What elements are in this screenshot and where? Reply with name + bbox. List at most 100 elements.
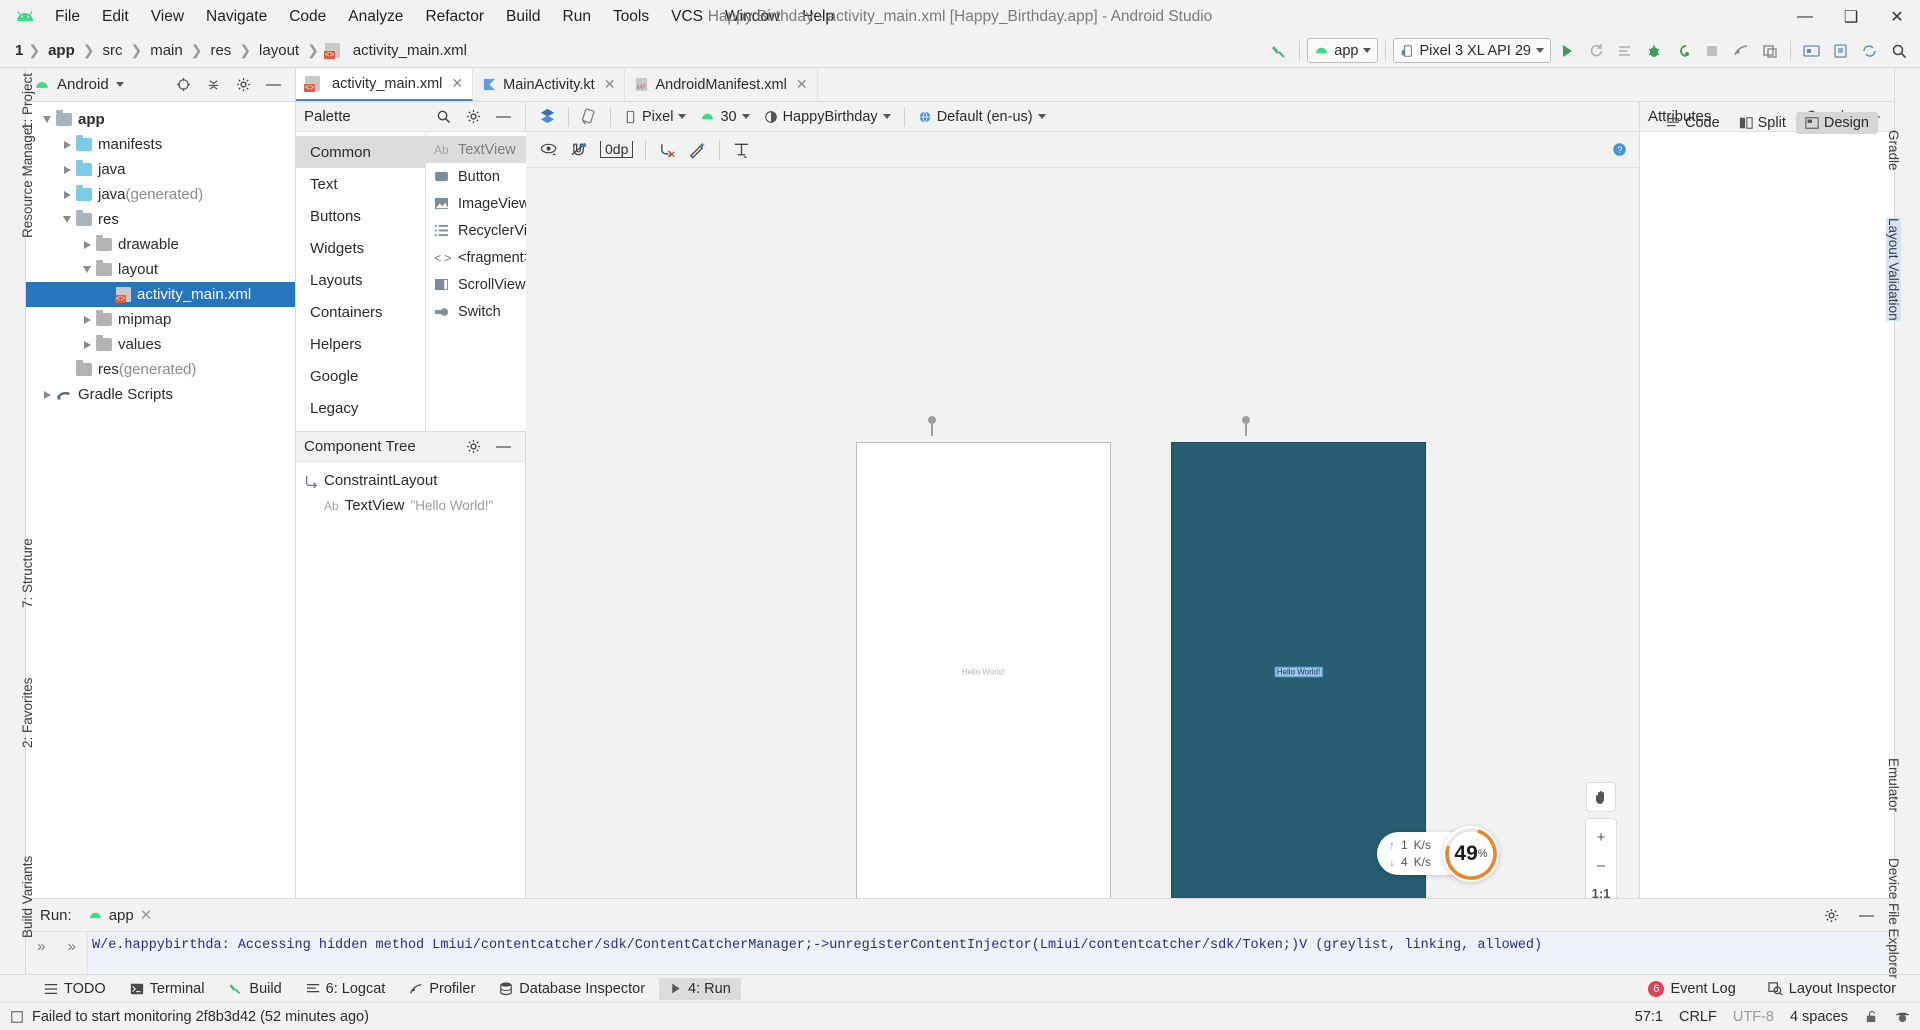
default-margin-control[interactable]: 0dp bbox=[596, 141, 637, 158]
tool-tab-build[interactable]: Build bbox=[218, 978, 291, 1000]
palette-category-common[interactable]: Common bbox=[296, 136, 425, 168]
twisty-right-icon[interactable] bbox=[78, 340, 96, 349]
expand-icon[interactable]: » bbox=[68, 938, 76, 955]
sdk-manager-icon[interactable] bbox=[1798, 38, 1825, 64]
align-vertical-icon[interactable] bbox=[728, 137, 755, 163]
twisty-down-icon[interactable] bbox=[78, 266, 96, 273]
tree-row-res-generated[interactable]: res (generated) bbox=[26, 357, 295, 382]
component-tree-body[interactable]: ConstraintLayout Ab TextView "Hello Worl… bbox=[296, 462, 525, 898]
menu-refactor[interactable]: Refactor bbox=[414, 5, 495, 29]
palette-category-helpers[interactable]: Helpers bbox=[296, 328, 425, 360]
unlocked-icon[interactable] bbox=[1864, 1009, 1879, 1024]
palette-category-widgets[interactable]: Widgets bbox=[296, 232, 425, 264]
device-selector-combo[interactable]: Pixel 3 XL API 29 bbox=[1393, 38, 1551, 63]
caret-position[interactable]: 57:1 bbox=[1635, 1009, 1663, 1025]
design-blueprint-mode-icon[interactable] bbox=[534, 104, 561, 130]
search-icon[interactable] bbox=[430, 104, 457, 130]
hide-panel-icon[interactable]: — bbox=[490, 104, 517, 130]
menu-build[interactable]: Build bbox=[495, 5, 551, 29]
view-mode-design[interactable]: Design bbox=[1795, 112, 1878, 134]
theme-combo[interactable]: HappyBirthday bbox=[758, 104, 897, 129]
tool-tab-layout-inspector[interactable]: Layout Inspector bbox=[1758, 978, 1906, 1000]
pan-tool-button[interactable] bbox=[1586, 782, 1616, 812]
hide-panel-icon[interactable]: — bbox=[260, 72, 287, 98]
component-node-textview[interactable]: Ab TextView "Hello World!" bbox=[296, 493, 525, 518]
tree-row-drawable[interactable]: drawable bbox=[26, 232, 295, 257]
chevron-down-icon[interactable] bbox=[115, 82, 124, 87]
strip-tab-device-file-explorer[interactable]: Device File Explorer bbox=[1886, 858, 1901, 979]
rotate-orientation-icon[interactable] bbox=[576, 104, 603, 130]
strip-tab-resource-manager[interactable]: Resource Manager bbox=[20, 123, 35, 238]
tool-tab-profiler[interactable]: Profiler bbox=[399, 978, 485, 1000]
palette-category-text[interactable]: Text bbox=[296, 168, 425, 200]
sync-gradle-icon[interactable] bbox=[1856, 38, 1883, 64]
tool-tab-event-log[interactable]: 6 Event Log bbox=[1638, 978, 1745, 1000]
zoom-in-button[interactable]: + bbox=[1586, 823, 1616, 851]
search-icon[interactable] bbox=[1885, 38, 1912, 64]
run-tab-app[interactable]: app ✕ bbox=[82, 904, 159, 926]
tool-tab-logcat[interactable]: 6: Logcat bbox=[296, 978, 396, 1000]
infer-constraints-magic-icon[interactable] bbox=[684, 137, 711, 163]
settings-icon[interactable] bbox=[1818, 902, 1845, 928]
strip-tab-gradle[interactable]: Gradle bbox=[1886, 130, 1901, 171]
strip-tab-build-variants[interactable]: Build Variants bbox=[20, 856, 35, 938]
tool-tab-todo[interactable]: TODO bbox=[34, 978, 116, 1000]
menu-view[interactable]: View bbox=[140, 5, 195, 29]
twisty-right-icon[interactable] bbox=[58, 140, 76, 149]
build-hammer-icon[interactable] bbox=[1265, 38, 1292, 64]
palette-items[interactable]: Ab TextView Button ImageView RecyclerVi.… bbox=[426, 132, 540, 431]
palette-item-textview[interactable]: Ab TextView bbox=[426, 136, 540, 163]
palette-category-google[interactable]: Google bbox=[296, 360, 425, 392]
expand-icon[interactable]: » bbox=[37, 938, 45, 955]
twisty-right-icon[interactable] bbox=[78, 240, 96, 249]
tree-row-app[interactable]: app bbox=[26, 107, 295, 132]
settings-icon[interactable] bbox=[230, 72, 257, 98]
locale-combo[interactable]: Default (en-us) bbox=[912, 104, 1052, 129]
tool-tab-terminal[interactable]: Terminal bbox=[120, 978, 215, 1000]
tree-row-layout[interactable]: layout bbox=[26, 257, 295, 282]
close-icon[interactable]: ✕ bbox=[796, 76, 808, 93]
menu-bar[interactable]: File Edit View Navigate Code Analyze Ref… bbox=[44, 5, 845, 29]
tree-row-java-generated[interactable]: java (generated) bbox=[26, 182, 295, 207]
device-combo[interactable]: Pixel bbox=[618, 104, 692, 129]
run-console[interactable]: » » W/e.happybirthda: Accessing hidden m… bbox=[26, 931, 1894, 974]
tree-row-activity-main-xml[interactable]: activity_main.xml bbox=[26, 282, 295, 307]
breadcrumb-src[interactable]: src bbox=[97, 41, 127, 60]
palette-category-layouts[interactable]: Layouts bbox=[296, 264, 425, 296]
tree-row-java[interactable]: java bbox=[26, 157, 295, 182]
strip-tab-project[interactable]: 1: Project bbox=[20, 73, 35, 130]
strip-tab-emulator[interactable]: Emulator bbox=[1886, 758, 1901, 812]
api-level-combo[interactable]: 30 bbox=[694, 104, 755, 129]
tool-tab-run[interactable]: 4: Run bbox=[659, 977, 741, 1000]
debug-button[interactable] bbox=[1640, 38, 1667, 64]
blueprint-hello-world-text[interactable]: Hello World! bbox=[1273, 666, 1324, 678]
component-node-constraintlayout[interactable]: ConstraintLayout bbox=[296, 468, 525, 493]
apply-code-changes-icon[interactable] bbox=[1611, 38, 1638, 64]
menu-window[interactable]: Window bbox=[714, 5, 791, 29]
maximize-button[interactable]: ❑ bbox=[1828, 0, 1874, 34]
scroll-from-source-icon[interactable] bbox=[170, 72, 197, 98]
view-mode-code[interactable]: Code bbox=[1657, 112, 1729, 134]
tree-row-gradle-scripts[interactable]: Gradle Scripts bbox=[26, 382, 295, 407]
palette-item-button[interactable]: Button bbox=[426, 163, 539, 190]
autoconnect-magnet-icon[interactable] bbox=[566, 137, 593, 163]
close-icon[interactable]: ✕ bbox=[140, 906, 153, 924]
hide-panel-icon[interactable]: — bbox=[1853, 902, 1880, 928]
blueprint-surface[interactable]: Hello World! bbox=[1171, 442, 1426, 898]
collapse-all-icon[interactable] bbox=[200, 72, 227, 98]
settings-icon[interactable] bbox=[460, 434, 487, 460]
tool-tab-database-inspector[interactable]: Database Inspector bbox=[489, 978, 655, 1000]
menu-vcs[interactable]: VCS bbox=[660, 5, 714, 29]
menu-edit[interactable]: Edit bbox=[91, 5, 140, 29]
apply-changes-restart-icon[interactable] bbox=[1582, 38, 1609, 64]
strip-tab-favorites[interactable]: 2: Favorites bbox=[20, 677, 35, 748]
breadcrumb-app[interactable]: app bbox=[43, 41, 80, 60]
palette-item-scrollview[interactable]: ScrollView bbox=[426, 271, 539, 298]
editor-tab-main-activity-kt[interactable]: MainActivity.kt ✕ bbox=[473, 68, 626, 101]
design-preview-surface[interactable]: Hello World! bbox=[856, 442, 1111, 898]
tree-row-manifests[interactable]: manifests bbox=[26, 132, 295, 157]
close-icon[interactable]: ✕ bbox=[451, 75, 463, 92]
tree-row-values[interactable]: values bbox=[26, 332, 295, 357]
close-button[interactable]: ✕ bbox=[1874, 0, 1920, 34]
stop-button[interactable] bbox=[1698, 38, 1725, 64]
